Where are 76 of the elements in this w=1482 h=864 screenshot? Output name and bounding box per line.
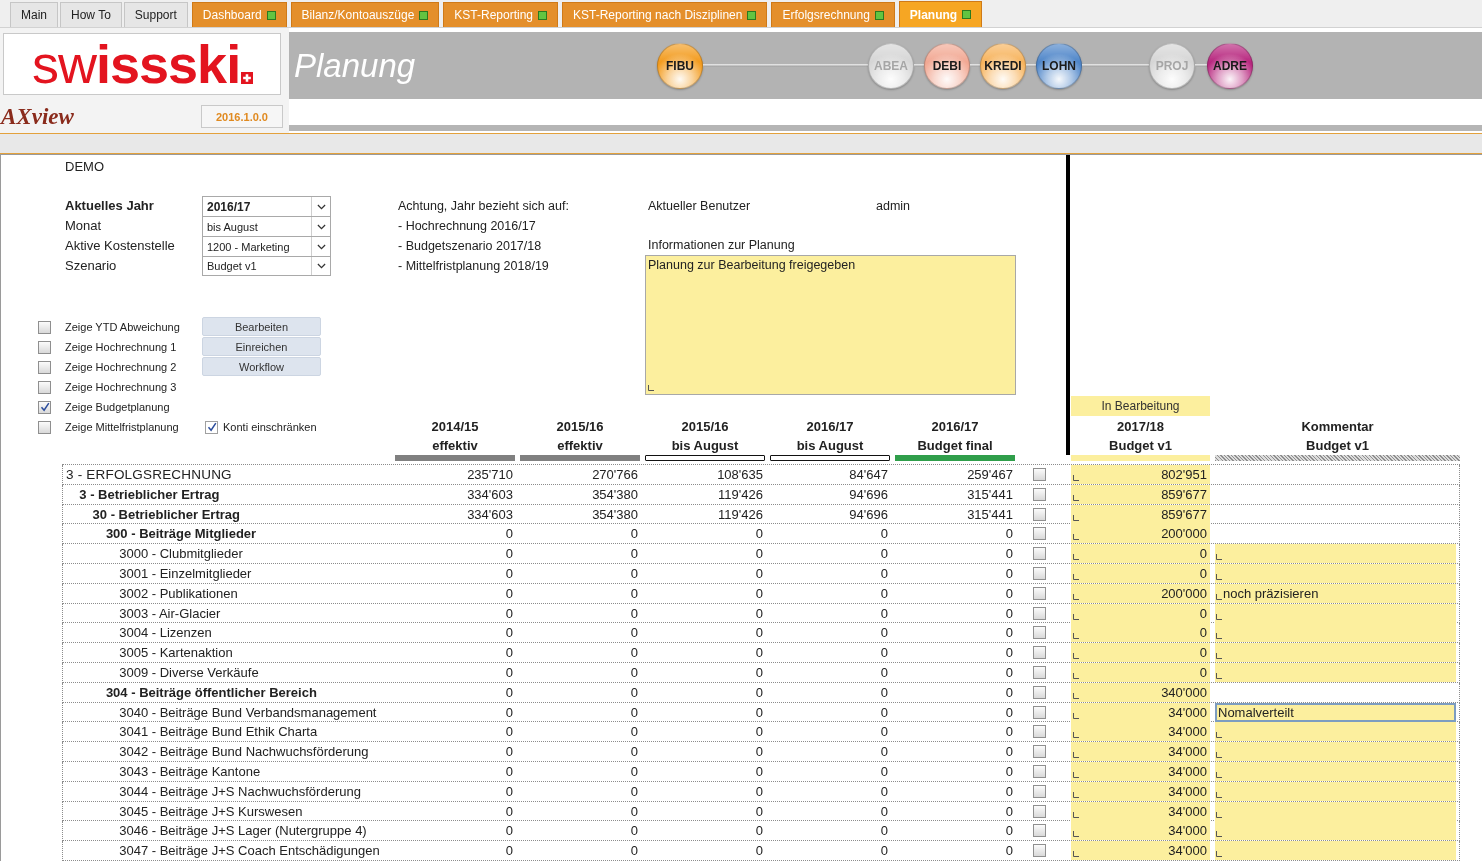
corner-mark-icon [648,385,654,391]
checkbox[interactable] [38,340,51,354]
connector-line [1082,64,1149,67]
column-year: 2016/17 [806,418,854,436]
field-label: Aktuelles Jahr [65,197,155,215]
status-square-icon [874,10,884,20]
status-square-icon [747,10,757,20]
brand-logo: swissski [32,35,241,93]
option-label: Zeige YTD Abweichung [65,321,180,333]
module-button[interactable]: ADRE [1207,42,1253,89]
status-square-icon [962,10,972,19]
field-label: Monat [65,217,103,235]
dropdown[interactable]: Budget v1 [202,256,331,276]
page-title: Planung [293,46,417,85]
status-square-icon [266,10,276,20]
column-label: Budget v1 [1109,437,1172,455]
chevron-down-icon [316,223,326,230]
notice-item: - Hochrechnung 2016/17 [398,218,537,235]
chevron-down-icon [316,263,326,269]
column-title: Kommentar [1301,418,1374,436]
column-year: 2017/18 [1117,418,1164,436]
info-label: Informationen zur Planung [647,237,796,254]
option-label: Konti einschränken [223,421,317,433]
column-label: effektiv [557,437,603,455]
status-label: In Bearbeitung [1071,396,1210,416]
product-logo: AXview [1,105,75,128]
action-button[interactable]: Workflow [202,357,321,376]
checkbox[interactable] [38,420,51,434]
dropdown[interactable]: 1200 - Marketing [202,236,331,256]
status-square-icon [538,10,547,20]
option-label: Zeige Hochrechnung 2 [65,361,177,373]
chevron-down-icon [316,243,326,250]
module-button[interactable]: KREDI [980,42,1026,89]
action-button[interactable]: Bearbeiten [202,317,321,336]
version-number: 2016.1.0.0 [201,105,283,128]
info-field[interactable]: Planung zur Bearbeitung freigegeben [645,255,1016,395]
checkbox[interactable] [38,380,51,394]
column-label: Budget v1 [1306,437,1369,455]
chevron-down-icon [316,203,326,210]
column-year: 2014/15 [431,418,479,436]
notice-item: - Budgetszenario 2017/18 [398,238,543,255]
checkbox[interactable] [38,360,51,374]
dropdown[interactable]: 2016/17 [202,196,331,216]
swiss-cross-icon [241,72,254,84]
notice-title: Achtung, Jahr bezieht sich auf: [398,198,570,215]
option-label: Zeige Hochrechnung 1 [65,341,177,353]
column-year: 2016/17 [931,418,979,436]
column-label: effektiv [432,437,478,455]
checkbox[interactable] [38,400,51,414]
action-button[interactable]: Einreichen [202,337,321,356]
client-name: DEMO [64,158,105,175]
checkmark-icon [206,422,217,432]
dropdown[interactable]: bis August [202,216,331,236]
column-label: Budget final [917,437,993,455]
checkbox[interactable] [205,420,218,434]
column-year: 2015/16 [556,418,604,436]
tab[interactable]: Main [10,2,58,27]
option-label: Zeige Hochrechnung 3 [65,381,177,393]
user-name: admin [876,198,911,215]
module-button[interactable]: LOHN [1036,42,1082,89]
tab[interactable]: How To [60,2,122,27]
column-label: bis August [671,437,739,455]
field-label: Aktive Kostenstelle [65,237,176,255]
user-label: Aktueller Benutzer [648,198,752,215]
checkmark-icon [39,402,50,412]
tab[interactable]: Support [123,2,188,27]
option-label: Zeige Budgetplanung [65,401,170,413]
checkbox[interactable] [38,320,51,334]
module-button[interactable]: FIBU [657,42,703,89]
field-label: Szenario [65,257,118,275]
status-square-icon [419,10,429,20]
column-label: bis August [796,437,864,455]
column-year: 2015/16 [681,418,729,436]
notice-item: - Mittelfristplanung 2018/19 [398,258,550,275]
option-label: Zeige Mittelfristplanung [65,421,179,433]
module-button[interactable]: DEBI [924,42,970,89]
